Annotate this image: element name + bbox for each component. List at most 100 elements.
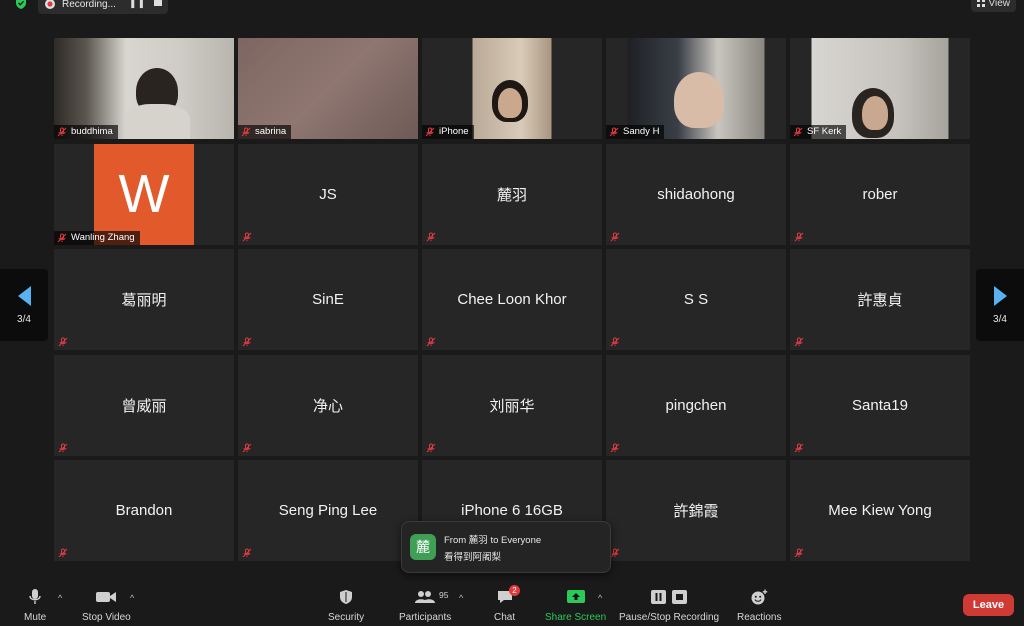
participant-name: 葛丽明 [121, 292, 167, 309]
muted-mic-icon [794, 443, 804, 452]
participants-options-caret-icon[interactable]: ^ [459, 593, 463, 603]
mute-button[interactable]: Mute [24, 588, 46, 623]
participant-tile[interactable]: rober [790, 143, 970, 245]
muted-mic-icon [426, 232, 436, 241]
muted-mic-icon [794, 337, 804, 347]
participant-name-label: buddhima [54, 125, 118, 139]
muted-mic-icon [794, 548, 804, 558]
participants-count: 95 [439, 590, 449, 600]
security-shield-icon[interactable] [14, 0, 28, 10]
arrow-left-icon [17, 285, 31, 306]
participant-name: S S [683, 291, 709, 308]
participant-name: 刘丽华 [489, 397, 535, 415]
stop-video-button[interactable]: Stop Video [82, 588, 131, 623]
participant-tile[interactable]: Sandy H [606, 38, 786, 139]
participant-name: 許錦霞 [673, 503, 719, 520]
participant-tile[interactable]: sabrina [238, 38, 418, 139]
participant-name: 許惠貞 [857, 292, 903, 309]
participant-tile[interactable]: pingchen [606, 354, 786, 456]
muted-mic-icon [242, 443, 252, 452]
participant-name: Santa19 [852, 396, 908, 414]
participant-name-label: sabrina [238, 125, 292, 139]
stop-recording-icon[interactable] [154, 0, 162, 6]
page-indicator: 3/4 [993, 313, 1007, 325]
muted-mic-icon [793, 127, 803, 137]
muted-mic-icon [58, 443, 68, 452]
participant-tile[interactable]: Seng Ping Lee [238, 460, 418, 561]
participant-tile[interactable]: SF Kerk [790, 38, 970, 139]
participant-video-skin [862, 96, 888, 130]
muted-mic-icon [610, 232, 620, 241]
muted-mic-icon [794, 232, 804, 241]
previous-page-button[interactable]: 3/4 [0, 269, 48, 341]
audio-options-caret-icon[interactable]: ^ [58, 593, 62, 603]
pause-stop-recording-label: Pause/Stop Recording [619, 612, 720, 623]
participants-icon [414, 588, 436, 606]
participant-tile[interactable]: iPhone [422, 38, 602, 139]
chat-notification[interactable]: 麓 From 麓羽 to Everyone 看得到阿阇梨 [401, 521, 611, 573]
participant-name: SinE [312, 291, 344, 308]
gallery-grid: buddhima sabrina iPhone Sandy H SF Kerk [54, 38, 970, 561]
chat-message: 看得到阿阇梨 [444, 552, 502, 563]
participant-name: shidaohong [657, 185, 735, 203]
pause-stop-recording-button[interactable]: Pause/Stop Recording [619, 588, 719, 623]
participant-tile[interactable]: Chee Loon Khor [422, 249, 602, 350]
participant-tile[interactable]: 許惠貞 [790, 249, 970, 350]
participant-video-body [124, 104, 190, 139]
participant-name: Chee Loon Khor [457, 291, 567, 308]
pause-stop-icon [650, 588, 688, 606]
recording-indicator[interactable]: Recording... ❚❚ [38, 0, 168, 14]
muted-mic-icon [610, 443, 620, 452]
participant-tile[interactable]: 麓羽 [422, 143, 602, 245]
arrow-right-icon [993, 285, 1007, 306]
security-button[interactable]: Security [328, 588, 364, 623]
participant-video-skin [498, 88, 522, 118]
muted-mic-icon [242, 337, 252, 347]
sender-avatar: 麓 [410, 534, 436, 560]
share-screen-button[interactable]: Share Screen [545, 588, 606, 623]
muted-mic-icon [242, 232, 252, 241]
participant-name: pingchen [665, 396, 727, 414]
participant-tile[interactable]: Santa19 [790, 354, 970, 456]
participant-tile[interactable]: W Wanling Zhang [54, 143, 234, 245]
microphone-icon [28, 588, 42, 606]
chat-sender-line: From 麓羽 to Everyone [444, 535, 542, 546]
share-screen-label: Share Screen [545, 612, 607, 623]
reactions-label: Reactions [737, 612, 782, 623]
participant-tile[interactable]: S S [606, 249, 786, 350]
reactions-button[interactable]: Reactions [737, 588, 781, 623]
participant-tile[interactable]: 刘丽华 [422, 354, 602, 456]
muted-mic-icon [57, 233, 67, 242]
muted-mic-icon [242, 548, 252, 558]
stop-video-label: Stop Video [82, 612, 131, 623]
video-camera-icon [95, 588, 117, 606]
participant-tile[interactable]: SinE [238, 249, 418, 350]
participants-label: Participants [399, 612, 452, 623]
leave-button[interactable]: Leave [963, 594, 1014, 616]
participant-tile[interactable]: JS [238, 143, 418, 245]
recording-label: Recording... [62, 0, 116, 10]
participant-tile[interactable]: 葛丽明 [54, 249, 234, 350]
pause-recording-icon[interactable]: ❚❚ [129, 0, 146, 9]
participant-name: 净心 [312, 397, 343, 415]
participant-tile[interactable]: Mee Kiew Yong [790, 460, 970, 561]
participant-tile[interactable]: shidaohong [606, 143, 786, 245]
muted-mic-icon [609, 127, 619, 137]
muted-mic-icon [610, 337, 620, 347]
participant-tile[interactable]: 許錦霞 [606, 460, 786, 561]
emoji-add-icon [750, 588, 768, 606]
muted-mic-icon [610, 548, 620, 558]
participant-tile[interactable]: 曾威丽 [54, 354, 234, 456]
page-indicator: 3/4 [17, 313, 31, 325]
participant-name: 曾威丽 [121, 397, 167, 415]
participant-tile[interactable]: Brandon [54, 460, 234, 561]
video-options-caret-icon[interactable]: ^ [130, 593, 134, 603]
participant-name-label: SF Kerk [790, 125, 847, 139]
muted-mic-icon [57, 127, 67, 137]
next-page-button[interactable]: 3/4 [976, 269, 1024, 341]
participant-tile[interactable]: 净心 [238, 354, 418, 456]
participant-tile[interactable]: buddhima [54, 38, 234, 139]
share-options-caret-icon[interactable]: ^ [598, 593, 602, 603]
grid-view-icon [976, 0, 985, 7]
view-button[interactable]: View [970, 0, 1016, 12]
